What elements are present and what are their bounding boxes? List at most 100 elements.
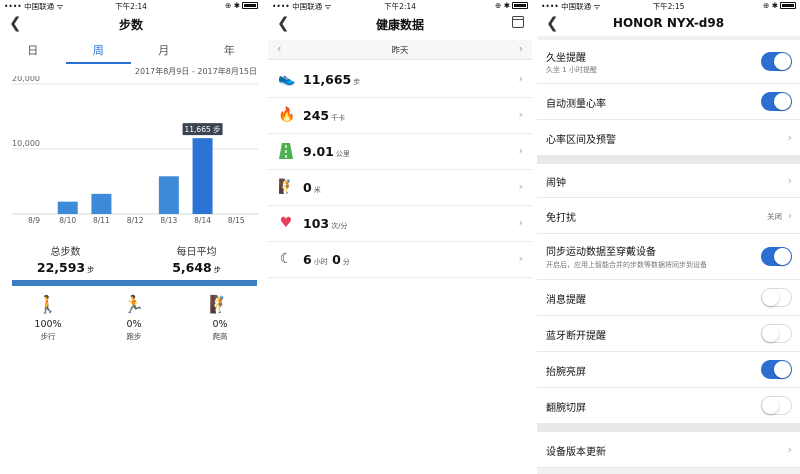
chevron-right-icon: › (518, 180, 523, 193)
setting-subtitle: 久坐 1 小时提醒 (546, 66, 597, 74)
battery-icon (780, 2, 796, 9)
setting-label: 抬腕亮屏 (546, 367, 586, 378)
activity-progress-bar (12, 280, 257, 286)
bar (57, 201, 78, 214)
next-day-icon[interactable]: › (519, 42, 523, 55)
health-row-heart-rate[interactable]: ♥ 103 次/分 › (268, 206, 532, 242)
device-settings-screen: •••• 中国联通 ᯤ 下午2:15 ⊕ ✱ ❮ HONOR NYX-d98 久… (537, 0, 800, 474)
y-tick-label: 20,000 (12, 76, 40, 83)
activity-name: 爬高 (212, 332, 228, 341)
daily-average-value: 5,648 (172, 260, 212, 275)
tab-day[interactable]: 日 (0, 40, 66, 62)
chevron-right-icon: › (787, 209, 792, 222)
setting-label: 翻腕切屏 (546, 403, 586, 414)
activity-running: 🏃 0% 跑步 (104, 294, 164, 342)
toggle-switch[interactable] (761, 360, 792, 379)
x-tick-label: 8/11 (93, 216, 110, 225)
sleep-hours: 6 (303, 252, 312, 267)
total-steps: 总步数 22,593 步 (0, 243, 131, 277)
health-row-calories[interactable]: 🔥 245 千卡 › (268, 98, 532, 134)
health-row-steps[interactable]: 👟 11,665 步 › (268, 62, 532, 98)
setting-firmware-update[interactable]: 设备版本更新 › (537, 432, 800, 468)
setting-label: 同步运动数据至穿戴设备 (546, 247, 656, 258)
sleep-minutes: 0 (332, 252, 341, 267)
steps-summary: 总步数 22,593 步 每日平均 5,648 步 (0, 243, 262, 277)
x-tick-label: 8/10 (59, 216, 76, 225)
steps-screen: •••• 中国联通 ᯤ 下午2:14 ⊕ ✱ ❮ 步数 日 周 月 年 2017… (0, 0, 262, 474)
tab-week[interactable]: 周 (66, 40, 132, 62)
status-icons: ⊕ ✱ (763, 1, 778, 10)
chevron-right-icon: › (787, 131, 792, 144)
activity-percent: 0% (126, 319, 142, 330)
setting-alarm[interactable]: 闹钟 › (537, 164, 800, 198)
day-label: 昨天 (391, 46, 409, 56)
distance-unit: 公里 (335, 150, 350, 158)
climbing-icon: 🧗 (278, 179, 296, 195)
setting-label: 心率区间及预警 (546, 135, 616, 146)
setting-label: 消息提醒 (546, 295, 586, 306)
period-tabs: 日 周 月 年 (0, 40, 262, 62)
status-bar: •••• 中国联通 ᯤ 下午2:14 ⊕ ✱ (0, 0, 262, 12)
activity-walking: 🚶 100% 步行 (18, 294, 78, 342)
activity-percent: 0% (212, 319, 228, 330)
total-steps-label: 总步数 (50, 247, 81, 258)
setting-sync-to-device: 同步运动数据至穿戴设备 开启后，应用上智能合并的步数等数据将同步到设备 (537, 234, 800, 280)
toggle-switch[interactable] (761, 324, 792, 343)
y-tick-label: 10,000 (12, 139, 40, 148)
section-divider (537, 424, 800, 432)
heart-rate-unit: 次/分 (331, 222, 348, 230)
toggle-switch[interactable] (761, 288, 792, 307)
battery-icon (242, 2, 258, 9)
total-steps-value: 22,593 (36, 260, 86, 275)
chevron-right-icon: › (787, 174, 792, 187)
flame-icon: 🔥 (278, 107, 296, 123)
chevron-right-icon: › (518, 72, 523, 85)
toggle-switch[interactable] (761, 396, 792, 415)
bar-tooltip-text: 11,665 步 (185, 125, 222, 134)
running-icon: 🏃 (123, 295, 145, 315)
status-bar: •••• 中国联通 ᯤ 下午2:15 ⊕ ✱ (537, 0, 800, 12)
health-data-screen: •••• 中国联通 ᯤ 下午2:14 ⊕ ✱ ❮ 健康数据 ‹ 昨天 › 👟 1… (268, 0, 532, 474)
shoe-icon: 👟 (278, 71, 296, 87)
x-tick-label: 8/14 (194, 216, 211, 225)
active-tab-indicator (66, 62, 131, 64)
setting-label: 蓝牙断开提醒 (546, 331, 606, 342)
calories-unit: 千卡 (331, 114, 346, 122)
setting-do-not-disturb[interactable]: 免打扰 关闭 › (537, 198, 800, 234)
calendar-icon[interactable] (512, 16, 524, 28)
setting-label: 设备版本更新 (546, 447, 606, 458)
activity-name: 跑步 (126, 332, 142, 341)
day-selector: ‹ 昨天 › (268, 40, 532, 60)
steps-bar-chart: 20,000 10,000 8/9 8/10 8/11 8/12 8/13 8/14 8/15 1… (12, 76, 258, 225)
toggle-switch[interactable] (761, 52, 792, 71)
setting-label: 闹钟 (546, 178, 566, 189)
nav-bar: ❮ 步数 (0, 12, 262, 36)
section-divider (537, 156, 800, 164)
activity-name: 步行 (40, 332, 56, 341)
tab-year[interactable]: 年 (197, 40, 263, 62)
status-icons: ⊕ ✱ (495, 1, 510, 10)
toggle-switch[interactable] (761, 92, 792, 111)
setting-subtitle: 开启后，应用上智能合并的步数等数据将同步到设备 (546, 261, 707, 269)
health-row-sleep[interactable]: ☾ 6 小时 0分 › (268, 242, 532, 278)
health-row-distance[interactable]: 9.01 公里 › (268, 134, 532, 170)
daily-average-label: 每日平均 (176, 247, 217, 258)
setting-sedentary-reminder: 久坐提醒 久坐 1 小时提醒 (537, 40, 800, 84)
climb-value: 0 (303, 180, 312, 195)
toggle-switch[interactable] (761, 247, 792, 266)
bar (91, 193, 112, 214)
x-tick-label: 8/15 (228, 216, 245, 225)
tab-month[interactable]: 月 (131, 40, 197, 62)
total-steps-unit: 步 (87, 266, 95, 274)
x-tick-label: 8/13 (160, 216, 177, 225)
setting-label: 免打扰 (546, 213, 576, 224)
activity-climbing: 🧗 0% 爬高 (190, 294, 250, 342)
road-icon (278, 143, 294, 159)
distance-value: 9.01 (303, 144, 334, 159)
climbing-icon: 🧗 (209, 295, 231, 315)
setting-heart-rate-zones[interactable]: 心率区间及预警 › (537, 120, 800, 156)
chevron-right-icon: › (787, 443, 792, 456)
status-time: 下午2:14 (115, 2, 147, 11)
setting-flip-wrist-switch: 翻腕切屏 (537, 388, 800, 424)
health-row-climb[interactable]: 🧗 0米 › (268, 170, 532, 206)
